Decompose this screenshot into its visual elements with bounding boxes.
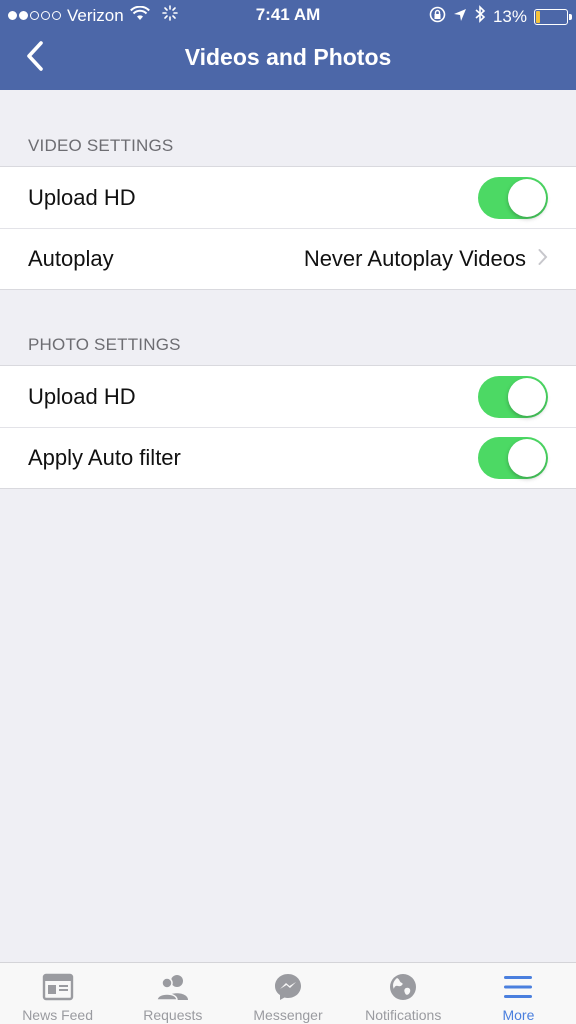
tab-messenger-label: Messenger: [253, 1007, 323, 1023]
carrier-name: Verizon: [67, 5, 124, 25]
video-settings-group: Upload HD Autoplay Never Autoplay Videos: [0, 166, 576, 290]
battery-level-fill: [536, 10, 541, 23]
tab-notifications[interactable]: Notifications: [346, 963, 461, 1024]
autoplay-label: Autoplay: [28, 245, 114, 271]
navigation-header: Verizon 7:41 AM 13% Videos and Photos: [0, 0, 576, 90]
tab-requests-label: Requests: [143, 1007, 203, 1023]
tab-requests[interactable]: Requests: [115, 963, 230, 1024]
battery-percent: 13%: [492, 6, 527, 26]
tab-notifications-label: Notifications: [365, 1007, 442, 1023]
video-settings-header: VIDEO SETTINGS: [28, 136, 174, 155]
tab-messenger[interactable]: Messenger: [230, 963, 345, 1024]
globe-icon: [388, 971, 418, 1003]
hamburger-menu-icon: [502, 971, 534, 1003]
location-arrow-icon: [453, 7, 467, 27]
news-feed-icon: [42, 971, 74, 1003]
battery-icon: [534, 8, 572, 25]
photo-settings-header: PHOTO SETTINGS: [28, 335, 181, 354]
tab-more[interactable]: More: [461, 963, 576, 1024]
bluetooth-icon: [474, 5, 486, 28]
video-upload-hd-toggle[interactable]: [478, 176, 548, 219]
signal-strength-icon: [8, 11, 61, 20]
apply-auto-filter-toggle[interactable]: [478, 436, 548, 479]
status-left: Verizon: [8, 5, 178, 26]
video-upload-hd-row: Upload HD: [0, 167, 576, 228]
autoplay-row[interactable]: Autoplay Never Autoplay Videos: [0, 228, 576, 289]
page-title: Videos and Photos: [184, 44, 392, 70]
photo-upload-hd-toggle[interactable]: [478, 375, 548, 418]
chevron-right-icon: [538, 246, 548, 272]
tab-more-label: More: [502, 1007, 535, 1023]
photo-settings-group: Upload HD Apply Auto filter: [0, 365, 576, 489]
friend-requests-icon: [155, 971, 191, 1003]
rotation-lock-icon: [429, 6, 446, 28]
status-right: 13%: [429, 5, 572, 28]
messenger-icon: [273, 971, 303, 1003]
wifi-icon: [129, 5, 150, 26]
autoplay-value: Never Autoplay Videos: [303, 245, 526, 271]
status-bar: Verizon 7:41 AM 13%: [0, 0, 576, 30]
video-upload-hd-label: Upload HD: [28, 184, 136, 210]
photo-upload-hd-row: Upload HD: [0, 366, 576, 427]
apply-auto-filter-row: Apply Auto filter: [0, 427, 576, 488]
photo-upload-hd-label: Upload HD: [28, 383, 136, 409]
tab-news-feed-label: News Feed: [22, 1007, 93, 1023]
apply-auto-filter-label: Apply Auto filter: [28, 444, 181, 470]
tab-news-feed[interactable]: News Feed: [0, 963, 115, 1024]
bottom-tab-bar: News Feed Requests Messenger Notificatio…: [0, 962, 576, 1024]
activity-spinner-icon: [161, 5, 178, 26]
